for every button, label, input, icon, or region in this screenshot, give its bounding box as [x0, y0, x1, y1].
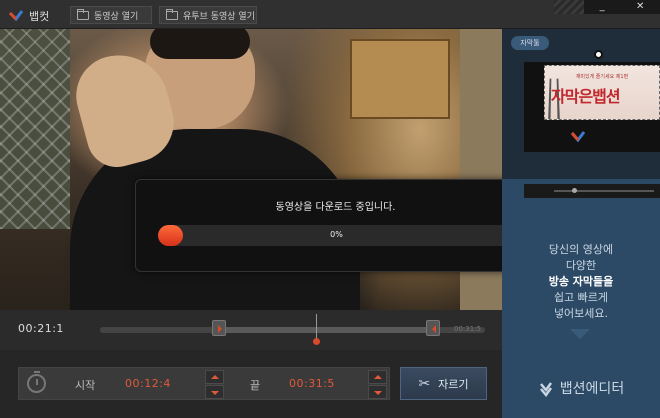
- app-logo-icon: [8, 10, 24, 22]
- subtitle-sample-frame: 재미있게 즐기세요 제1편 자막은뱁션: [524, 50, 660, 152]
- minimize-button[interactable]: _: [600, 2, 605, 12]
- ad-copy-line: 당신의 영상에: [548, 243, 614, 256]
- ad-preview: 자막툴 재미있게 즐기세요 제1편 자막은뱁션: [502, 29, 660, 179]
- current-time: 00:21:1: [18, 322, 64, 335]
- video-background-fence: [0, 29, 70, 229]
- cut-controls: 시작 00:12:4 끝 00:31:5 ✂ 자르기: [0, 350, 502, 418]
- subtitle-tool-tag: 자막툴: [511, 36, 549, 50]
- end-time-up-button[interactable]: [368, 370, 387, 384]
- title-bar: 뱁컷 동영상 열기 유투브 동영상 열기 _ ✕: [0, 0, 660, 29]
- sample-player-track: [554, 190, 654, 192]
- start-time-up-button[interactable]: [205, 370, 224, 384]
- start-time-down-button[interactable]: [205, 385, 224, 399]
- rotate-handle-icon: [594, 50, 603, 59]
- cut-button[interactable]: ✂ 자르기: [400, 367, 487, 400]
- end-time-down-button[interactable]: [368, 385, 387, 399]
- start-time-stepper: [205, 370, 224, 399]
- folder-icon: [77, 8, 89, 20]
- open-video-button[interactable]: 동영상 열기: [70, 6, 152, 24]
- trim-range-box: 시작 00:12:4 끝 00:31:5: [18, 367, 390, 400]
- ad-copy-line: 넣어보세요.: [553, 307, 609, 320]
- end-time-value[interactable]: 00:31:5: [289, 377, 335, 390]
- download-dialog: ✕ 동영상을 다운로드 중입니다. 0%: [135, 179, 536, 272]
- sample-player-knob: [572, 188, 577, 193]
- brand-name: 뱁션에디터: [559, 381, 625, 397]
- ad-panel[interactable]: 자막툴 재미있게 즐기세요 제1편 자막은뱁션 당신의 영상에 다양한 방송 자…: [502, 29, 660, 418]
- video-background-poster: [350, 39, 450, 119]
- timeline-selection: [220, 327, 432, 333]
- brand: 뱁션에디터: [502, 378, 660, 398]
- ad-copy: 당신의 영상에 다양한 방송 자막들을 쉽고 빠르게 넣어보세요.: [502, 242, 660, 322]
- progress-percent: 0%: [330, 230, 343, 239]
- close-window-button[interactable]: ✕: [636, 2, 644, 12]
- cut-button-label: 자르기: [438, 377, 469, 391]
- window-controls: _ ✕: [584, 0, 660, 14]
- total-time: 00:31:5: [454, 325, 481, 333]
- ad-copy-line: 방송 자막들을: [548, 275, 614, 288]
- brand-logo-icon: [539, 382, 552, 397]
- subtitle-sample-small-text: 재미있게 즐기세요 제1편: [575, 74, 629, 80]
- end-label: 끝: [250, 379, 261, 392]
- ad-copy-line: 다양한: [565, 259, 597, 272]
- video-person-hair: [150, 29, 250, 59]
- ad-copy-line: 쉽고 빠르게: [553, 291, 609, 304]
- ad-pointer-shape: [542, 329, 618, 359]
- scissors-icon: ✂: [418, 375, 431, 392]
- stopwatch-icon: [27, 371, 46, 393]
- brand-mark-icon: [570, 131, 586, 143]
- title-bar-decoration: [554, 0, 584, 14]
- open-youtube-button[interactable]: 유투브 동영상 열기: [159, 6, 257, 24]
- open-youtube-label: 유투브 동영상 열기: [183, 11, 255, 22]
- start-time-value[interactable]: 00:12:4: [125, 377, 171, 390]
- sample-player-bar: [524, 184, 660, 198]
- playhead[interactable]: [313, 314, 320, 345]
- download-message: 동영상을 다운로드 중입니다.: [275, 202, 396, 213]
- timeline: 00:21:1 00:31:5: [0, 310, 502, 350]
- end-time-stepper: [368, 370, 387, 399]
- folder-icon: [166, 8, 178, 20]
- app-title: 뱁컷: [29, 10, 50, 23]
- open-video-label: 동영상 열기: [94, 11, 139, 22]
- subtitle-sample-box: 재미있게 즐기세요 제1편 자막은뱁션: [544, 65, 660, 120]
- subtitle-sample-big-text: 자막은뱁션: [551, 87, 621, 106]
- end-trim-handle[interactable]: [426, 320, 440, 336]
- start-trim-handle[interactable]: [212, 320, 226, 336]
- start-label: 시작: [75, 379, 96, 392]
- download-progress-bar: 0%: [158, 225, 515, 246]
